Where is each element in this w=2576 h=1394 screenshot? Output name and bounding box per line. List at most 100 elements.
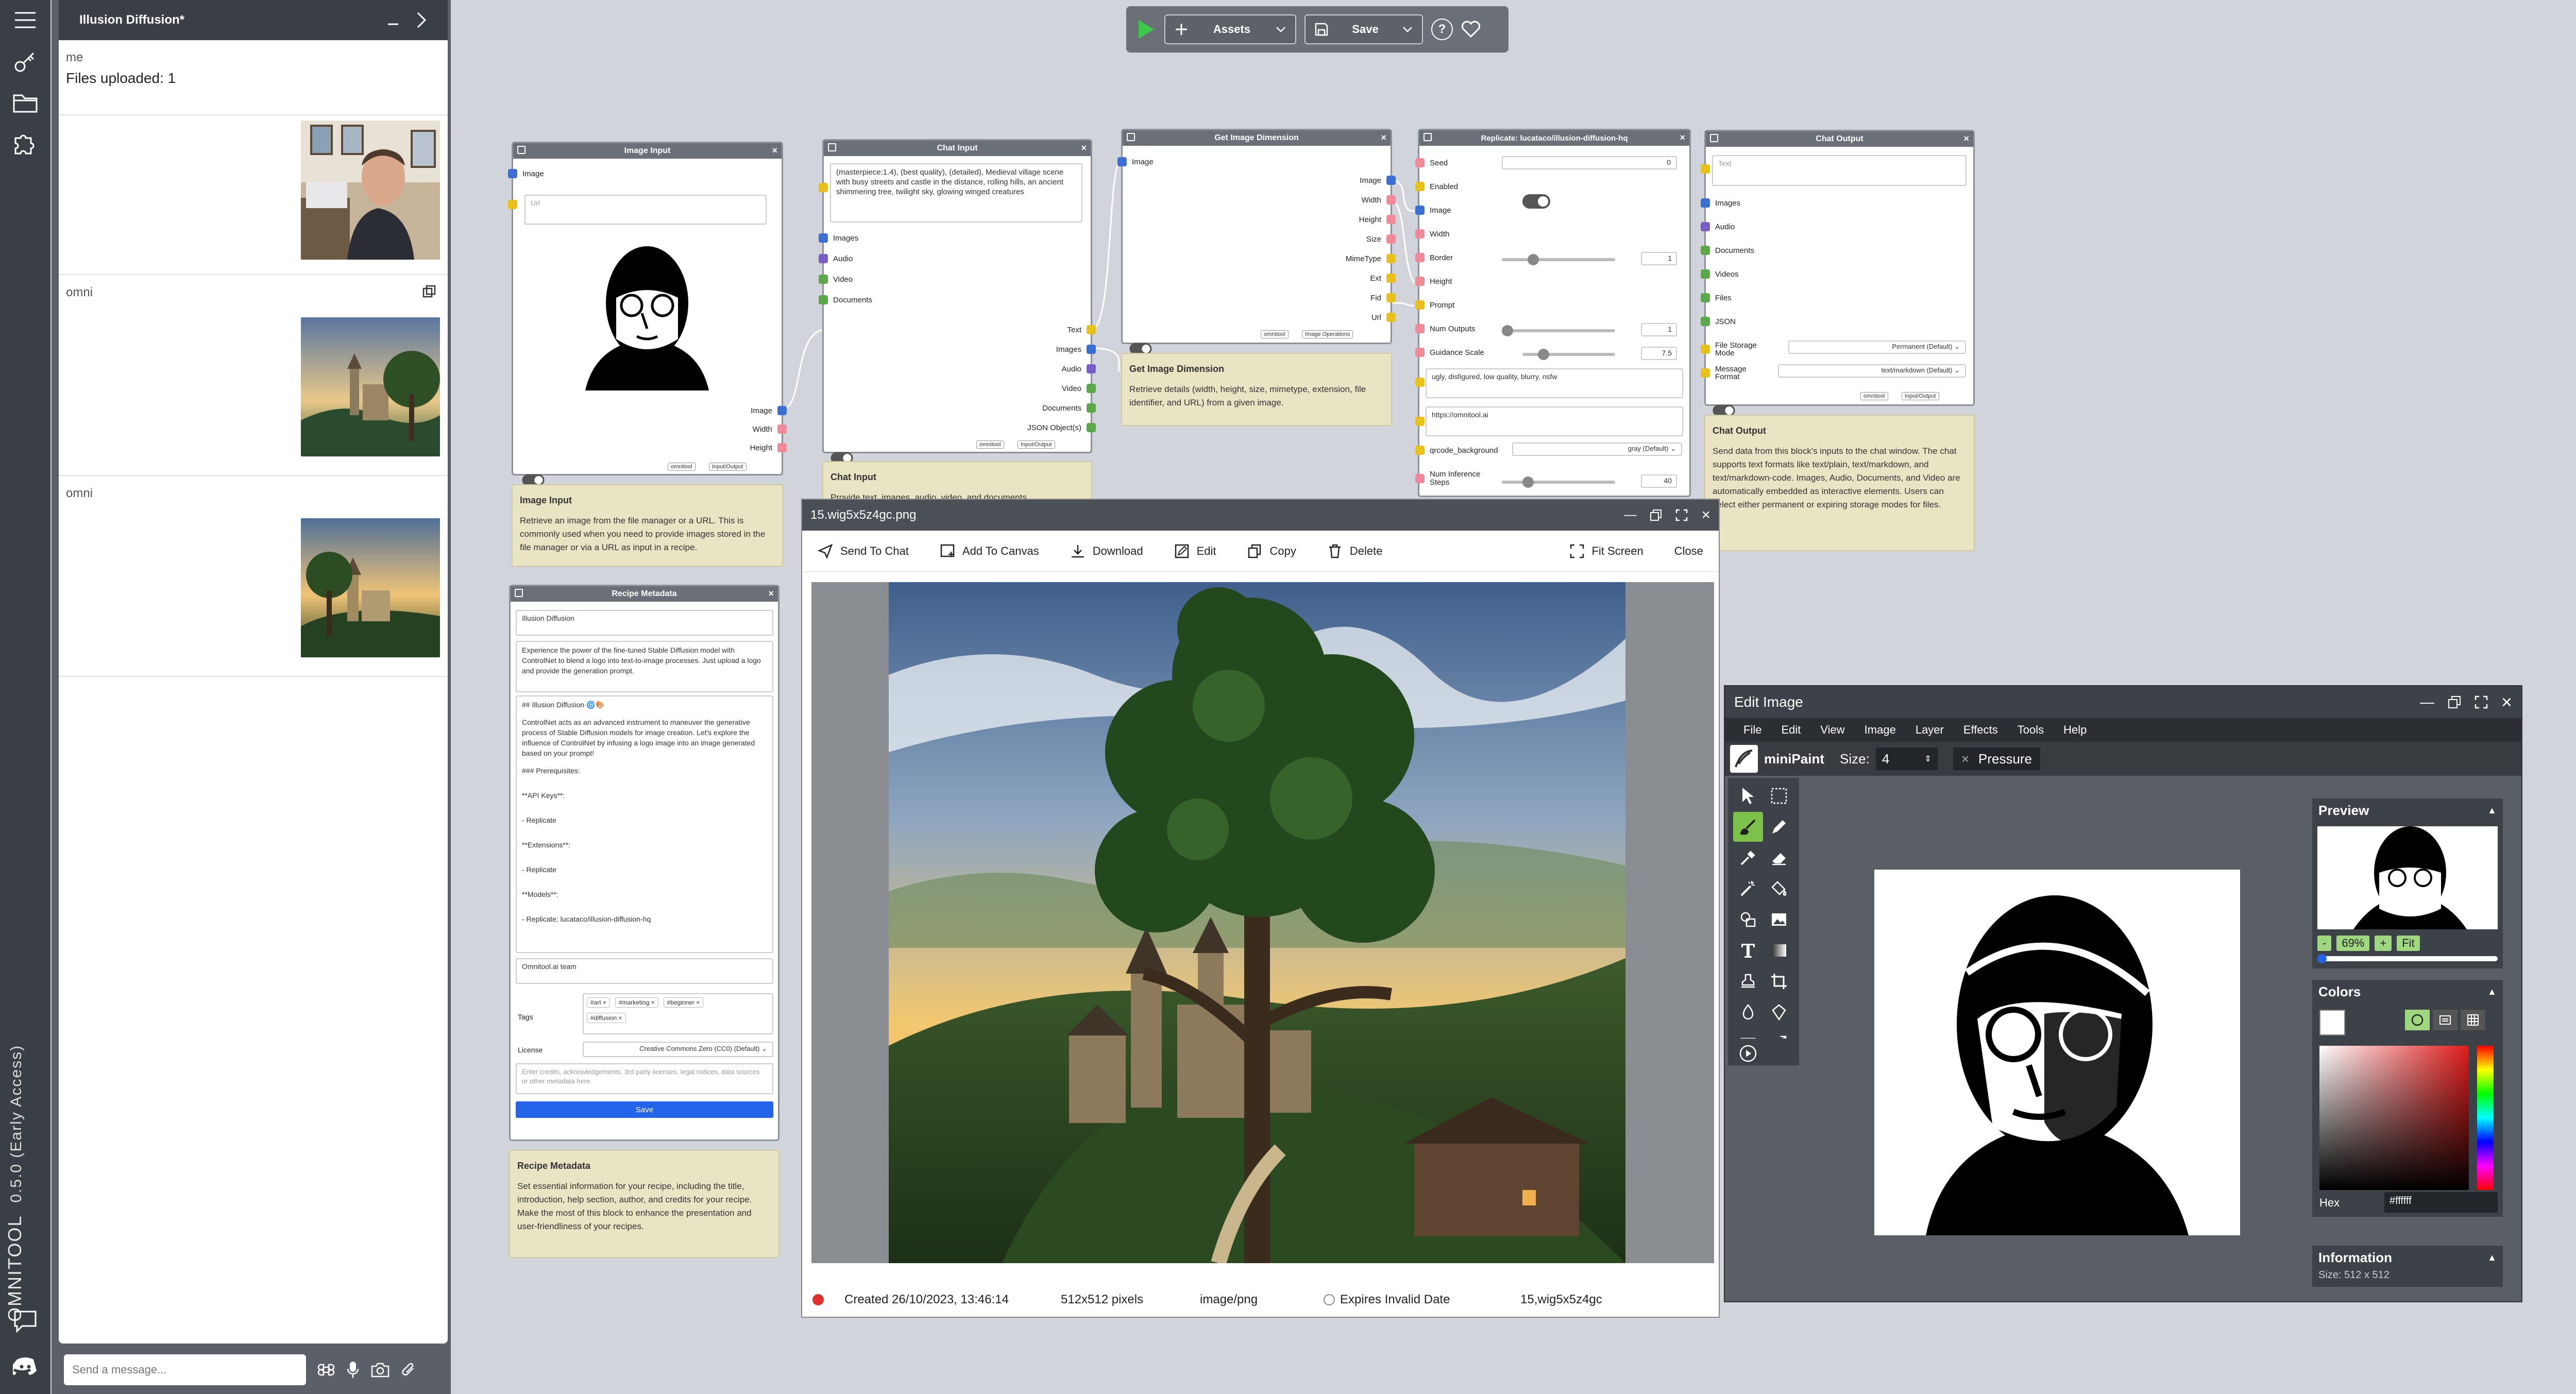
- copy-icon[interactable]: [1423, 133, 1432, 141]
- field-image[interactable]: Image: [1415, 206, 1451, 215]
- field-qrcode-background[interactable]: qrcode_background: [1415, 446, 1498, 455]
- copy-icon[interactable]: [828, 143, 836, 151]
- license-select[interactable]: Creative Commons Zero (CC0) (Default) ⌄: [583, 1042, 773, 1057]
- steps-input[interactable]: 40: [1641, 474, 1677, 488]
- restore-icon[interactable]: [2448, 695, 2461, 709]
- eraser-tool[interactable]: [1764, 843, 1794, 873]
- field-num-outputs[interactable]: Num Outputs: [1415, 324, 1475, 333]
- port-url-in[interactable]: [508, 200, 517, 209]
- add-to-canvas-button[interactable]: Add To Canvas: [940, 543, 1039, 559]
- close-icon[interactable]: ×: [1680, 132, 1685, 143]
- sharpen-tool[interactable]: [1764, 997, 1794, 1027]
- clone-stamp-tool[interactable]: [1733, 966, 1763, 996]
- download-button[interactable]: Download: [1070, 543, 1143, 559]
- port-height-out[interactable]: Height: [750, 443, 787, 452]
- pencil-tool[interactable]: [1764, 812, 1794, 842]
- generated-castle-image[interactable]: [889, 582, 1625, 1263]
- port-ext-out[interactable]: Ext: [1370, 274, 1396, 283]
- port-height-out[interactable]: Height: [1359, 215, 1396, 224]
- color-gradient-picker[interactable]: [2319, 1046, 2469, 1190]
- close-icon[interactable]: ×: [772, 145, 777, 156]
- port-documents-in[interactable]: Documents: [1701, 246, 1754, 255]
- port-url[interactable]: [1415, 417, 1425, 426]
- num-outputs-slider[interactable]: [1502, 325, 1615, 336]
- magic-wand-tool[interactable]: [1733, 874, 1763, 904]
- chat-input-node[interactable]: Chat Input × (masterpiece:1.4), (best qua…: [819, 139, 1096, 464]
- tag-chip[interactable]: #beginner ×: [663, 997, 704, 1008]
- delete-button[interactable]: Delete: [1327, 543, 1382, 559]
- port-negative[interactable]: [1415, 378, 1425, 387]
- port-image-out[interactable]: Image: [1360, 176, 1396, 185]
- port-videos-in[interactable]: Videos: [1701, 269, 1739, 279]
- minimize-icon[interactable]: —: [2420, 694, 2434, 710]
- close-icon[interactable]: ×: [1701, 506, 1710, 524]
- url-field[interactable]: Url: [524, 195, 767, 225]
- recipe-name-field[interactable]: Illusion Diffusion: [516, 610, 773, 636]
- metadata-save-button[interactable]: Save: [516, 1101, 773, 1118]
- image-viewer-window[interactable]: 15.wig5x5z4gc.png — × Send To Chat Add T…: [801, 499, 1720, 1318]
- port-size-out[interactable]: Size: [1366, 234, 1396, 244]
- field-prompt[interactable]: Prompt: [1415, 300, 1454, 310]
- zoom-level[interactable]: 69%: [2336, 936, 2370, 951]
- port-documents-in[interactable]: Documents: [819, 295, 872, 304]
- port-video-out[interactable]: Video: [1062, 384, 1096, 393]
- copy-icon[interactable]: [1127, 133, 1135, 141]
- border-slider[interactable]: [1502, 254, 1615, 265]
- menu-tools[interactable]: Tools: [2018, 723, 2044, 737]
- port-fid-out[interactable]: Fid: [1370, 293, 1396, 302]
- enabled-toggle[interactable]: [1522, 194, 1550, 209]
- recipe-intro-field[interactable]: Experience the power of the fine-tuned S…: [516, 641, 773, 692]
- port-documents-out[interactable]: Documents: [1042, 403, 1096, 413]
- tag-chip[interactable]: #art ×: [587, 997, 611, 1008]
- recipe-help-field[interactable]: ## Illusion Diffusion 🌀🎨 ControlNet acts…: [516, 695, 773, 953]
- port-images-in[interactable]: Images: [1701, 198, 1740, 208]
- qrcode-select[interactable]: gray (Default) ⌄: [1512, 443, 1682, 456]
- active-color-swatch[interactable]: [2319, 1010, 2345, 1035]
- list-icon[interactable]: [2433, 1010, 2458, 1030]
- close-icon[interactable]: ×: [1963, 133, 1969, 144]
- format-select[interactable]: text/markdown (Default) ⌄: [1778, 364, 1966, 378]
- port-images-in[interactable]: Images: [819, 233, 858, 243]
- port-text-out[interactable]: Text: [1067, 325, 1096, 334]
- menu-layer[interactable]: Layer: [1916, 723, 1944, 737]
- get-image-dimension-node[interactable]: Get Image Dimension × Image Image Width H…: [1117, 129, 1396, 355]
- negative-prompt-field[interactable]: ugly, disfigured, low quality, blurry, n…: [1426, 368, 1683, 398]
- input-image-preview[interactable]: [565, 226, 730, 390]
- text-tool[interactable]: [1733, 936, 1763, 965]
- field-width[interactable]: Width: [1415, 229, 1449, 239]
- select-pointer-tool[interactable]: [1733, 781, 1763, 811]
- hex-input[interactable]: #ffffff: [2384, 1192, 2498, 1213]
- field-height[interactable]: Height: [1415, 277, 1452, 286]
- port-image-in[interactable]: Image: [508, 169, 544, 178]
- copy-icon[interactable]: [517, 146, 526, 154]
- port-text-in[interactable]: [1701, 164, 1710, 174]
- gradient-tool[interactable]: [1764, 936, 1794, 965]
- menu-image[interactable]: Image: [1865, 723, 1896, 737]
- collapse-icon[interactable]: ▲: [2487, 1252, 2497, 1263]
- restore-icon[interactable]: [1650, 509, 1662, 521]
- field-seed[interactable]: Seed: [1415, 158, 1448, 167]
- port-audio-in[interactable]: Audio: [819, 254, 853, 263]
- maximize-icon[interactable]: [1675, 509, 1688, 521]
- close-icon[interactable]: ×: [1081, 143, 1087, 154]
- recipe-metadata-node[interactable]: Recipe Metadata × Illusion Diffusion Expe…: [509, 585, 779, 1141]
- color-picker-tool[interactable]: [1733, 843, 1763, 873]
- viewer-close-button[interactable]: Close: [1674, 545, 1703, 558]
- image-tool[interactable]: [1764, 905, 1794, 934]
- port-files-in[interactable]: Files: [1701, 293, 1732, 302]
- field-guidance-scale[interactable]: Guidance Scale: [1415, 348, 1484, 357]
- copy-icon[interactable]: [515, 589, 523, 597]
- animation-play-tool[interactable]: [1728, 1039, 1799, 1065]
- border-input[interactable]: 1: [1641, 252, 1677, 265]
- zoom-slider[interactable]: [2317, 954, 2498, 963]
- hue-slider[interactable]: [2477, 1046, 2494, 1190]
- replicate-node[interactable]: Replicate: lucataco/illusion-diffusion-h…: [1415, 129, 1691, 497]
- size-input[interactable]: 4 ⇕: [1875, 747, 1938, 770]
- collapse-icon[interactable]: ▲: [2487, 987, 2497, 997]
- edit-image-window[interactable]: Edit Image — × File Edit View Image Laye…: [1724, 685, 2522, 1302]
- brush-tool[interactable]: [1733, 812, 1763, 842]
- field-border[interactable]: Border: [1415, 253, 1453, 262]
- shape-tool[interactable]: [1733, 905, 1763, 934]
- author-field[interactable]: Omnitool.ai team: [516, 958, 773, 984]
- tag-chip[interactable]: #marketing ×: [615, 997, 658, 1008]
